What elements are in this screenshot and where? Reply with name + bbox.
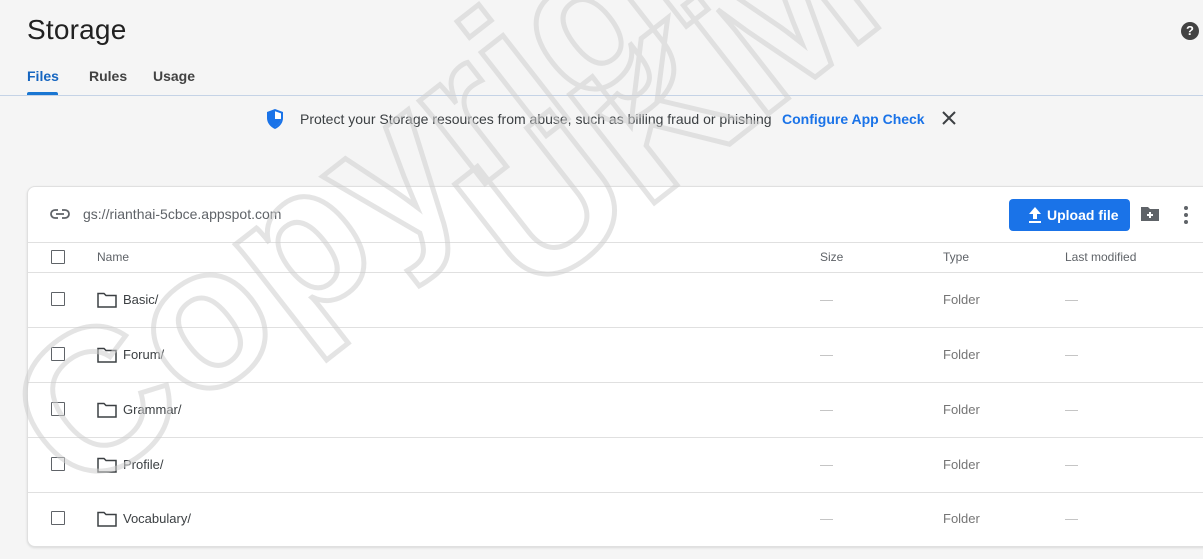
app-check-banner: Protect your Storage resources from abus… bbox=[0, 108, 1203, 130]
upload-file-label: Upload file bbox=[1047, 207, 1119, 223]
file-name[interactable]: Forum/ bbox=[123, 347, 164, 362]
create-folder-icon[interactable] bbox=[1140, 205, 1160, 223]
folder-icon bbox=[97, 347, 117, 363]
file-name[interactable]: Vocabulary/ bbox=[123, 511, 191, 526]
tab-files[interactable]: Files bbox=[27, 68, 59, 84]
tab-bar: Files Rules Usage bbox=[0, 64, 1203, 96]
column-name[interactable]: Name bbox=[97, 250, 129, 264]
file-last-modified: — bbox=[1065, 292, 1078, 307]
active-tab-indicator bbox=[27, 92, 58, 95]
file-size: — bbox=[820, 511, 833, 526]
file-type: Folder bbox=[943, 457, 980, 472]
tab-rules[interactable]: Rules bbox=[89, 68, 127, 84]
more-vert-icon[interactable] bbox=[1179, 204, 1193, 226]
select-all-checkbox[interactable] bbox=[51, 250, 65, 264]
file-size: — bbox=[820, 457, 833, 472]
file-size: — bbox=[820, 402, 833, 417]
table-row[interactable]: Grammar/ — Folder — bbox=[28, 383, 1203, 438]
folder-icon bbox=[97, 402, 117, 418]
close-icon[interactable] bbox=[939, 108, 959, 128]
file-last-modified: — bbox=[1065, 402, 1078, 417]
file-size: — bbox=[820, 292, 833, 307]
folder-icon bbox=[97, 457, 117, 473]
file-name[interactable]: Profile/ bbox=[123, 457, 163, 472]
bucket-toolbar: gs://rianthai-5cbce.appspot.com Upload f… bbox=[28, 187, 1203, 243]
upload-icon bbox=[1029, 207, 1041, 223]
files-card: gs://rianthai-5cbce.appspot.com Upload f… bbox=[27, 186, 1203, 547]
row-checkbox[interactable] bbox=[51, 457, 65, 471]
page-title: Storage bbox=[27, 14, 127, 45]
help-icon[interactable]: ? bbox=[1181, 22, 1199, 40]
banner-message: Protect your Storage resources from abus… bbox=[300, 111, 772, 127]
file-last-modified: — bbox=[1065, 347, 1078, 362]
file-type: Folder bbox=[943, 402, 980, 417]
file-name[interactable]: Grammar/ bbox=[123, 402, 182, 417]
row-checkbox[interactable] bbox=[51, 292, 65, 306]
column-size[interactable]: Size bbox=[820, 250, 843, 264]
bucket-url[interactable]: gs://rianthai-5cbce.appspot.com bbox=[83, 206, 281, 222]
column-type[interactable]: Type bbox=[943, 250, 969, 264]
table-row[interactable]: Profile/ — Folder — bbox=[28, 438, 1203, 493]
file-type: Folder bbox=[943, 347, 980, 362]
folder-icon bbox=[97, 511, 117, 527]
table-row[interactable]: Forum/ — Folder — bbox=[28, 328, 1203, 383]
file-type: Folder bbox=[943, 292, 980, 307]
file-size: — bbox=[820, 347, 833, 362]
link-icon[interactable] bbox=[50, 206, 70, 222]
row-checkbox[interactable] bbox=[51, 402, 65, 416]
folder-icon bbox=[97, 292, 117, 308]
file-name[interactable]: Basic/ bbox=[123, 292, 158, 307]
configure-app-check-link[interactable]: Configure App Check bbox=[782, 111, 925, 127]
table-header: Name Size Type Last modified bbox=[28, 242, 1203, 273]
upload-file-button[interactable]: Upload file bbox=[1009, 199, 1130, 231]
row-checkbox[interactable] bbox=[51, 511, 65, 525]
file-last-modified: — bbox=[1065, 457, 1078, 472]
shield-icon bbox=[267, 109, 283, 129]
column-last-modified[interactable]: Last modified bbox=[1065, 250, 1136, 264]
row-checkbox[interactable] bbox=[51, 347, 65, 361]
file-last-modified: — bbox=[1065, 511, 1078, 526]
table-row[interactable]: Basic/ — Folder — bbox=[28, 273, 1203, 328]
file-type: Folder bbox=[943, 511, 980, 526]
tab-usage[interactable]: Usage bbox=[153, 68, 195, 84]
table-row[interactable]: Vocabulary/ — Folder — bbox=[28, 492, 1203, 546]
